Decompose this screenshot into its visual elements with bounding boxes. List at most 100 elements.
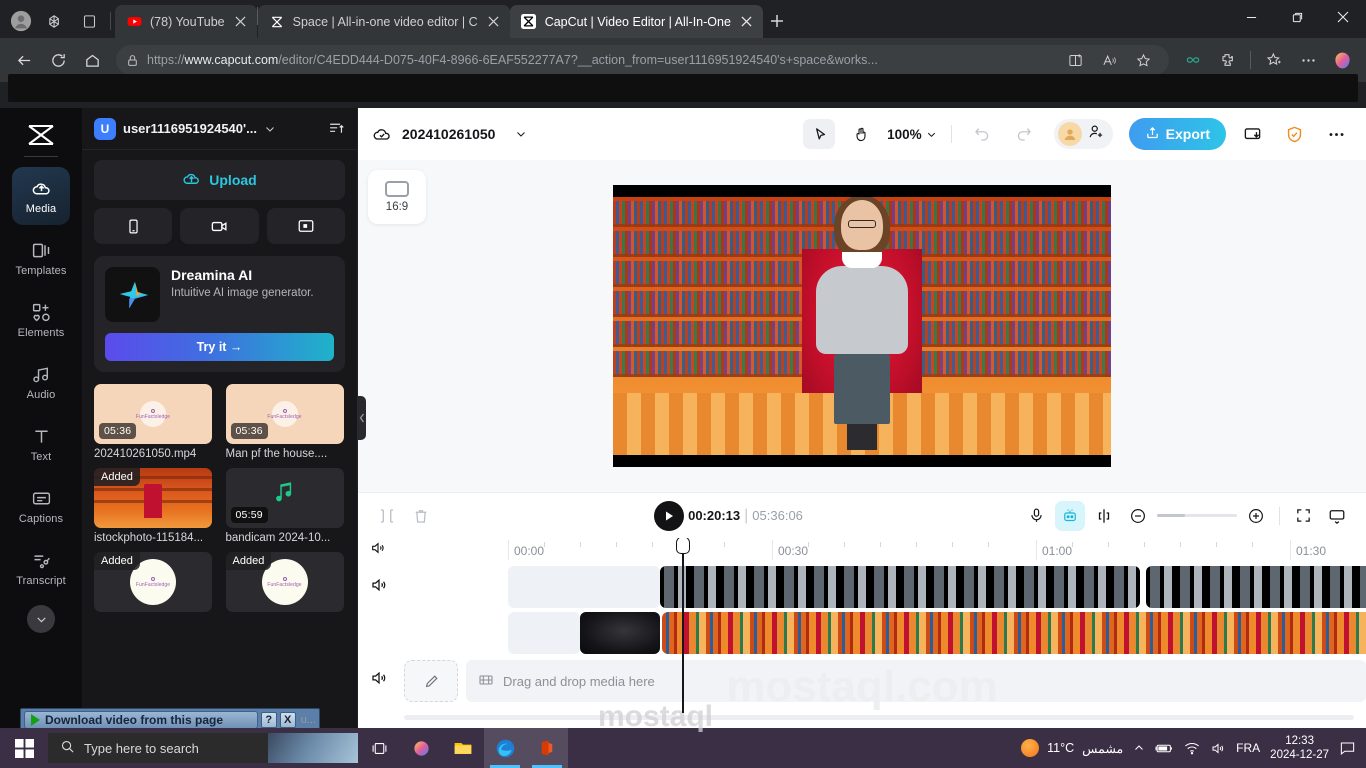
media-item[interactable]: 05:59 bandicam 2024-10... (225, 468, 344, 544)
sidebar-item-elements[interactable]: Elements (12, 291, 70, 349)
battery-icon[interactable] (1155, 742, 1174, 755)
tab-search-icon[interactable] (38, 4, 72, 38)
show-hidden-icons-chevron[interactable] (1133, 742, 1145, 754)
playhead[interactable] (676, 538, 690, 713)
collaborators[interactable] (1053, 119, 1113, 149)
media-thumbnail[interactable]: FunFactsledge 05:36 (225, 384, 344, 444)
screen-record-icon[interactable] (266, 208, 345, 244)
sidebar-item-audio[interactable]: Audio (12, 353, 70, 411)
clip-person-b[interactable] (1146, 566, 1366, 608)
project-name[interactable]: 202410261050 (402, 126, 495, 142)
clip-library[interactable] (662, 612, 1366, 654)
cursor-select-tool[interactable] (803, 119, 836, 149)
sidebar-item-transcript[interactable]: Transcript (12, 539, 70, 597)
close-button[interactable]: X (279, 712, 296, 728)
copilot-profile-icon[interactable] (1326, 44, 1358, 76)
clip-person-a[interactable] (660, 566, 1140, 608)
chevron-down-icon[interactable] (505, 119, 537, 149)
ai-captions-icon[interactable] (1055, 500, 1085, 531)
aspect-ratio-badge[interactable]: 16:9 (368, 170, 426, 224)
panel-collapse-handle[interactable] (357, 396, 366, 440)
close-icon[interactable] (739, 14, 755, 30)
vertical-tabs-icon[interactable] (72, 4, 106, 38)
dreamina-try-it-button[interactable]: Try it → (105, 333, 334, 361)
capcut-logo-icon[interactable] (21, 118, 61, 152)
zoom-out-icon[interactable] (1123, 501, 1153, 531)
settings-more-icon[interactable] (1292, 44, 1324, 76)
windows-start-icon[interactable] (0, 728, 48, 768)
delete-icon[interactable] (406, 501, 436, 531)
clip-black-intro[interactable] (580, 612, 660, 654)
weather-widget[interactable]: 11°C مشمس (1021, 739, 1123, 757)
media-thumbnail[interactable]: Added (94, 468, 212, 528)
sidebar-item-text[interactable]: Text (12, 415, 70, 473)
chevron-down-icon[interactable] (27, 605, 55, 633)
chevron-down-icon[interactable] (264, 123, 276, 135)
collections-icon[interactable] (1258, 44, 1290, 76)
copilot-infinity-icon[interactable] (1177, 44, 1209, 76)
shield-check-icon[interactable] (1278, 119, 1310, 149)
wifi-icon[interactable] (1184, 741, 1200, 755)
media-item[interactable]: FunFactsledge 05:36 202410261050.mp4 (94, 384, 212, 460)
reload-icon[interactable] (42, 44, 74, 76)
phone-import-icon[interactable] (94, 208, 173, 244)
export-button[interactable]: Export (1128, 118, 1226, 150)
media-item[interactable]: FunFactsledge 05:36 Man pf the house.... (225, 384, 344, 460)
media-thumbnail[interactable]: FunFactsledge Added (225, 552, 344, 612)
back-icon[interactable] (8, 44, 40, 76)
video-preview[interactable] (613, 185, 1111, 467)
download-app-icon[interactable] (1236, 119, 1268, 149)
track-video-library[interactable] (404, 612, 1366, 654)
timeline-scrollbar[interactable] (404, 715, 1354, 720)
drag-drop-zone[interactable]: Drag and drop media here (466, 660, 1366, 702)
sidebar-item-templates[interactable]: Templates (12, 229, 70, 287)
player-window-icon[interactable] (1322, 501, 1352, 531)
media-item[interactable]: FunFactsledge Added (225, 552, 344, 612)
playhead-knob[interactable] (676, 538, 690, 554)
timeline[interactable]: mostaql.com 00:00 00:30 01:00 01:30 Drag… (358, 538, 1366, 728)
copilot-icon[interactable] (400, 728, 442, 768)
speaker-icon[interactable] (370, 669, 388, 692)
hand-pan-tool[interactable] (845, 119, 877, 149)
media-thumbnail[interactable]: 05:59 (225, 468, 344, 528)
upload-button[interactable]: Upload (94, 160, 345, 200)
new-tab-button[interactable] (763, 7, 791, 35)
close-icon[interactable] (233, 14, 249, 30)
account-row[interactable]: U user1116951924540'... (82, 108, 357, 150)
record-video-icon[interactable] (180, 208, 259, 244)
redo-button[interactable] (1008, 119, 1040, 149)
cloud-saved-icon[interactable] (372, 124, 392, 144)
file-explorer-icon[interactable] (442, 728, 484, 768)
close-icon[interactable] (486, 14, 502, 30)
more-horizontal-icon[interactable] (1320, 119, 1352, 149)
fullscreen-icon[interactable] (1288, 501, 1318, 531)
favorite-star-icon[interactable] (1127, 44, 1159, 76)
media-thumbnail[interactable]: FunFactsledge Added (94, 552, 212, 612)
speaker-icon[interactable] (370, 540, 386, 561)
speaker-icon[interactable] (370, 576, 388, 599)
media-item[interactable]: FunFactsledge Added (94, 552, 212, 612)
minimize-icon[interactable] (1228, 0, 1274, 34)
split-marker-icon[interactable] (1089, 501, 1119, 531)
media-item[interactable]: Added istockphoto-115184... (94, 468, 212, 544)
restore-icon[interactable] (1274, 0, 1320, 34)
dreamina-card[interactable]: Dreamina AI Intuitive AI image generator… (94, 256, 345, 372)
close-icon[interactable] (1320, 0, 1366, 34)
zoom-in-icon[interactable] (1241, 501, 1271, 531)
read-aloud-icon[interactable] (1093, 44, 1125, 76)
browser-tab-capcut-space[interactable]: Space | All-in-one video editor | C (257, 5, 510, 38)
language-indicator[interactable]: FRA (1236, 741, 1260, 755)
volume-icon[interactable] (1210, 741, 1226, 756)
download-video-button[interactable]: Download video from this page (24, 711, 258, 729)
edit-pen-icon[interactable] (404, 660, 458, 702)
play-button[interactable] (654, 500, 685, 531)
edge-icon[interactable] (484, 728, 526, 768)
track-video-person[interactable] (404, 566, 1366, 608)
microphone-icon[interactable] (1021, 501, 1051, 531)
sidebar-item-captions[interactable]: Captions (12, 477, 70, 535)
track-placeholder[interactable]: Drag and drop media here (404, 658, 1366, 704)
profile-avatar-icon[interactable] (4, 4, 38, 38)
address-bar[interactable]: https://www.capcut.com/editor/C4EDD444-D… (116, 45, 1169, 75)
office-icon[interactable] (526, 728, 568, 768)
zoom-level-control[interactable]: 100% (887, 127, 937, 142)
